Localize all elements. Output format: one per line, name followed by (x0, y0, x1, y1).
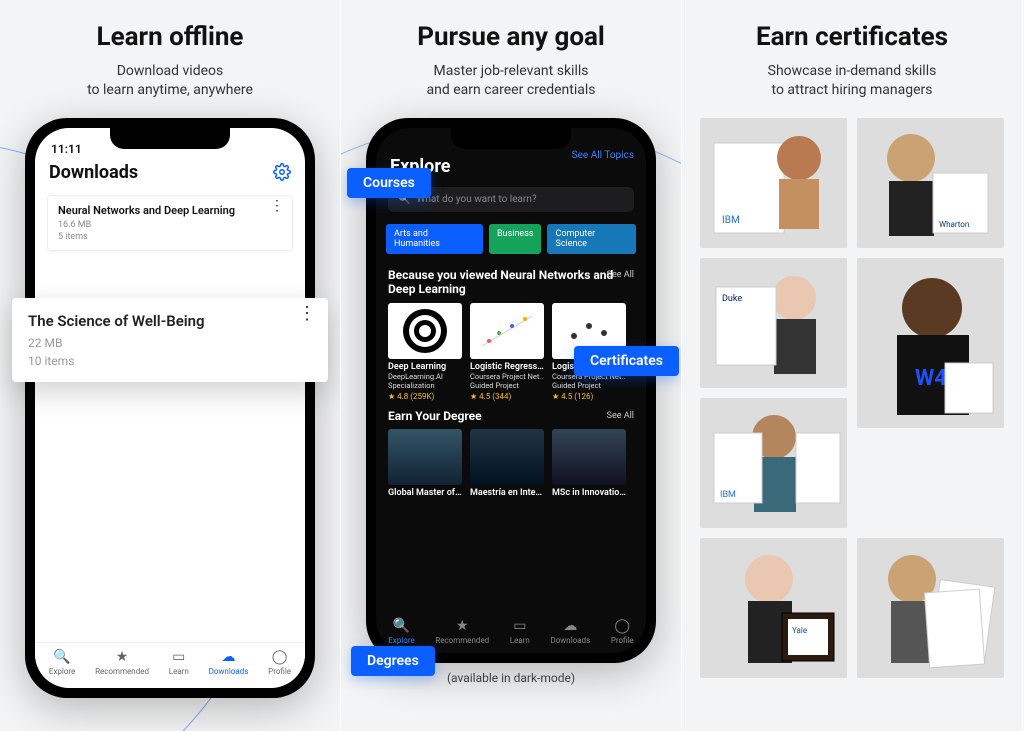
bottom-nav: 🔍Explore ★Recommended ▭Learn ☁Downloads … (35, 642, 305, 682)
section-title: Because you viewed Neural Networks and D… (388, 268, 634, 297)
svg-text:Yale: Yale (792, 626, 807, 635)
chip-business[interactable]: Business (489, 224, 541, 254)
nav-profile[interactable]: ◯Profile (611, 618, 634, 645)
scatter-icon (477, 311, 537, 351)
nav-explore[interactable]: 🔍Explore (49, 649, 75, 676)
star-icon: ★ (95, 649, 149, 665)
nav-recommended[interactable]: ★Recommended (435, 618, 489, 645)
nav-learn[interactable]: ▭Learn (169, 649, 189, 676)
panel-subtitle: Master job-relevant skills and earn care… (341, 62, 681, 100)
more-icon[interactable]: ⋮ (298, 310, 316, 318)
learner-photo: Yale (700, 538, 847, 678)
see-all-link[interactable]: See All (607, 411, 634, 421)
book-icon: ▭ (169, 649, 189, 665)
nav-recommended[interactable]: ★Recommended (95, 649, 149, 676)
phone-screen-dark: See All Topics Explore 🔍 What do you wan… (376, 128, 646, 653)
rating: ★ 4.8 (259K) (388, 392, 462, 401)
chip-arts[interactable]: Arts and Humanities (386, 224, 483, 254)
panel-title: Pursue any goal (341, 22, 681, 52)
nav-profile[interactable]: ◯Profile (268, 649, 291, 676)
pill-courses[interactable]: Courses (347, 168, 431, 198)
see-all-link[interactable]: See All (607, 270, 634, 280)
cloud-download-icon: ☁ (550, 618, 590, 634)
learner-photo: IBM (700, 118, 847, 248)
panel-title: Earn certificates (682, 22, 1022, 52)
profile-icon: ◯ (268, 649, 291, 665)
degree-thumb (552, 429, 626, 485)
certificate-photo-grid: IBM Wharton Duke W4 IBM Yale (682, 118, 1022, 678)
course-tile[interactable]: Logistic Regression with.. Coursera Proj… (470, 303, 544, 401)
float-items: 10 items (28, 354, 312, 368)
download-card[interactable]: Neural Networks and Deep Learning 16.6 M… (47, 195, 293, 251)
card-size: 16.6 MB (58, 220, 282, 230)
chip-cs[interactable]: Computer Science (547, 224, 636, 254)
learner-photo: Wharton (857, 118, 1004, 248)
profile-icon: ◯ (611, 618, 634, 634)
degree-tile[interactable]: MSc in Innovation and Entrepreneurship (552, 429, 626, 498)
more-icon[interactable]: ⋮ (270, 204, 284, 210)
degree-row: Global Master of Public Health Maestría … (376, 423, 646, 500)
see-all-topics[interactable]: See All Topics (572, 150, 634, 161)
section-because-viewed: Because you viewed Neural Networks and D… (376, 262, 646, 297)
phone-notch (110, 127, 230, 149)
star-icon: ★ (435, 618, 489, 634)
rating: ★ 4.5 (126) (552, 392, 626, 401)
nav-learn[interactable]: ▭Learn (510, 618, 530, 645)
float-title: The Science of Well-Being (28, 312, 312, 330)
course-thumb (470, 303, 544, 359)
search-icon: 🔍 (388, 618, 414, 634)
learner-photo (857, 538, 1004, 678)
phone-notch (451, 127, 571, 149)
gear-icon[interactable] (273, 163, 291, 181)
bottom-nav-dark: 🔍Explore ★Recommended ▭Learn ☁Downloads … (376, 614, 646, 649)
category-chips: Arts and Humanities Business Computer Sc… (376, 216, 646, 262)
panel-title: Learn offline (0, 22, 340, 52)
learner-photo: W4 (857, 258, 1004, 428)
course-thumb (388, 303, 462, 359)
svg-text:W4: W4 (915, 366, 947, 391)
degree-thumb (388, 429, 462, 485)
cloud-download-icon: ☁ (209, 649, 249, 665)
svg-text:IBM: IBM (720, 490, 736, 500)
float-size: 22 MB (28, 336, 312, 350)
svg-text:Wharton: Wharton (939, 220, 969, 229)
course-tile[interactable]: Deep Learning DeepLearning.AI Specializa… (388, 303, 462, 401)
search-icon: 🔍 (49, 649, 75, 665)
spiral-icon (400, 306, 450, 356)
pill-degrees[interactable]: Degrees (351, 646, 435, 676)
panel-subtitle: Download videos to learn anytime, anywhe… (0, 62, 340, 100)
svg-text:Duke: Duke (722, 294, 742, 304)
degree-tile[interactable]: Global Master of Public Health (388, 429, 462, 498)
nav-downloads[interactable]: ☁Downloads (550, 618, 590, 645)
panel-subtitle: Showcase in-demand skills to attract hir… (682, 62, 1022, 100)
floating-download-card[interactable]: The Science of Well-Being 22 MB 10 items… (12, 298, 328, 382)
phone-screen: 11:11 Downloads Neural Networks and Deep… (35, 128, 305, 688)
panel-learn-offline: Learn offline Download videos to learn a… (0, 0, 341, 731)
degree-tile[interactable]: Maestría en Inteligencia Analítica de Da… (470, 429, 544, 498)
section-title: Earn Your Degree (388, 409, 634, 423)
nav-explore[interactable]: 🔍Explore (388, 618, 414, 645)
rating: ★ 4.5 (344) (470, 392, 544, 401)
card-items: 5 items (58, 232, 282, 242)
book-icon: ▭ (510, 618, 530, 634)
section-degree: Earn Your Degree See All (376, 403, 646, 423)
phone-mockup: See All Topics Explore 🔍 What do you wan… (366, 118, 656, 663)
phone-mockup: 11:11 Downloads Neural Networks and Deep… (25, 118, 315, 698)
card-title: Neural Networks and Deep Learning (58, 204, 282, 217)
degree-thumb (470, 429, 544, 485)
scatter-icon (559, 311, 619, 351)
panel-earn-certificates: Earn certificates Showcase in-demand ski… (682, 0, 1023, 731)
learner-photo: Duke (700, 258, 847, 388)
nav-downloads[interactable]: ☁Downloads (209, 649, 249, 676)
panel-pursue-goal: Pursue any goal Master job-relevant skil… (341, 0, 682, 731)
learner-photo: IBM (700, 398, 847, 528)
search-placeholder: What do you want to learn? (416, 194, 536, 205)
screen-title: Downloads (49, 162, 138, 183)
cert-logo: IBM (722, 215, 740, 226)
pill-certificates[interactable]: Certificates (574, 346, 679, 376)
